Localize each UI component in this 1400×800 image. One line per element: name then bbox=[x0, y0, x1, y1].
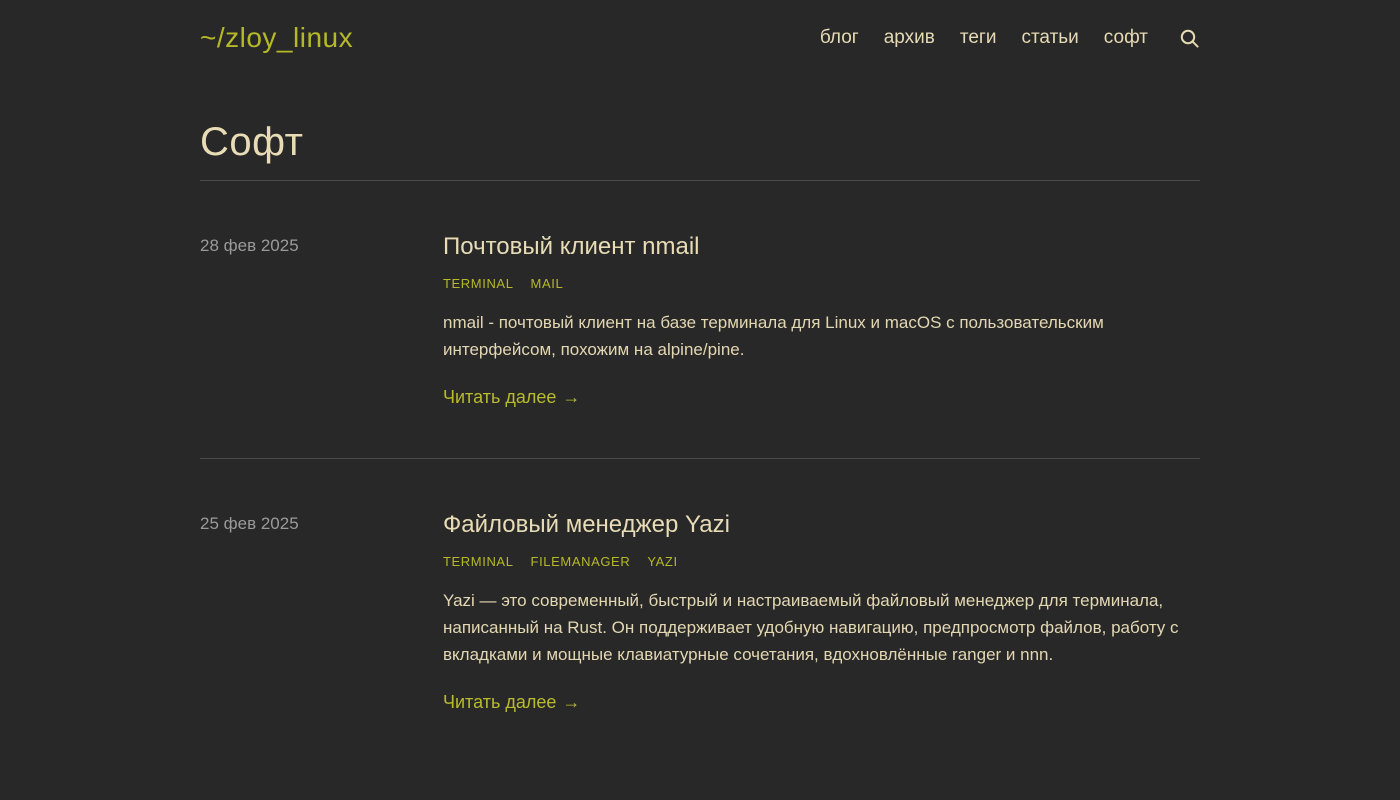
read-more-label: Читать далее bbox=[443, 692, 556, 712]
arrow-right-icon: → bbox=[562, 692, 580, 712]
page-title: Софт bbox=[200, 120, 1200, 165]
post-tag[interactable]: MAIL bbox=[531, 276, 564, 291]
site-header: ~/zloy_linux блог архив теги статьи софт bbox=[200, 0, 1200, 54]
post-title: Файловый менеджер Yazi bbox=[443, 511, 1200, 539]
post-date: 25 фев 2025 bbox=[200, 511, 443, 713]
search-icon[interactable] bbox=[1179, 28, 1200, 49]
post-item: 28 фев 2025 Почтовый клиент nmail TERMIN… bbox=[200, 181, 1200, 458]
nav-item-tags[interactable]: теги bbox=[960, 27, 997, 49]
nav-item-soft[interactable]: софт bbox=[1104, 27, 1148, 49]
post-excerpt: Yazi — это современный, быстрый и настра… bbox=[443, 587, 1200, 668]
post-tag[interactable]: YAZI bbox=[647, 554, 677, 569]
post-tag[interactable]: TERMINAL bbox=[443, 276, 514, 291]
post-tag[interactable]: TERMINAL bbox=[443, 554, 514, 569]
read-more-label: Читать далее bbox=[443, 387, 556, 407]
post-title-link[interactable]: Почтовый клиент nmail bbox=[443, 233, 700, 260]
post-item: 25 фев 2025 Файловый менеджер Yazi TERMI… bbox=[200, 458, 1200, 763]
nav-item-articles[interactable]: статьи bbox=[1021, 27, 1078, 49]
post-date: 28 фев 2025 bbox=[200, 233, 443, 408]
post-tag[interactable]: FILEMANAGER bbox=[531, 554, 631, 569]
read-more-link[interactable]: Читать далее → bbox=[443, 692, 580, 713]
post-tags: TERMINAL MAIL bbox=[443, 276, 1200, 291]
post-title-link[interactable]: Файловый менеджер Yazi bbox=[443, 511, 730, 538]
site-logo[interactable]: ~/zloy_linux bbox=[200, 22, 353, 54]
read-more-link[interactable]: Читать далее → bbox=[443, 387, 580, 408]
post-title: Почтовый клиент nmail bbox=[443, 233, 1200, 261]
main-nav: блог архив теги статьи софт bbox=[820, 27, 1200, 49]
post-tags: TERMINAL FILEMANAGER YAZI bbox=[443, 554, 1200, 569]
arrow-right-icon: → bbox=[562, 387, 580, 407]
nav-item-blog[interactable]: блог bbox=[820, 27, 859, 49]
post-body: Почтовый клиент nmail TERMINAL MAIL nmai… bbox=[443, 233, 1200, 408]
post-body: Файловый менеджер Yazi TERMINAL FILEMANA… bbox=[443, 511, 1200, 713]
post-excerpt: nmail - почтовый клиент на базе терминал… bbox=[443, 309, 1200, 363]
main-content: Софт 28 фев 2025 Почтовый клиент nmail T… bbox=[200, 120, 1200, 763]
nav-item-archive[interactable]: архив bbox=[884, 27, 935, 49]
